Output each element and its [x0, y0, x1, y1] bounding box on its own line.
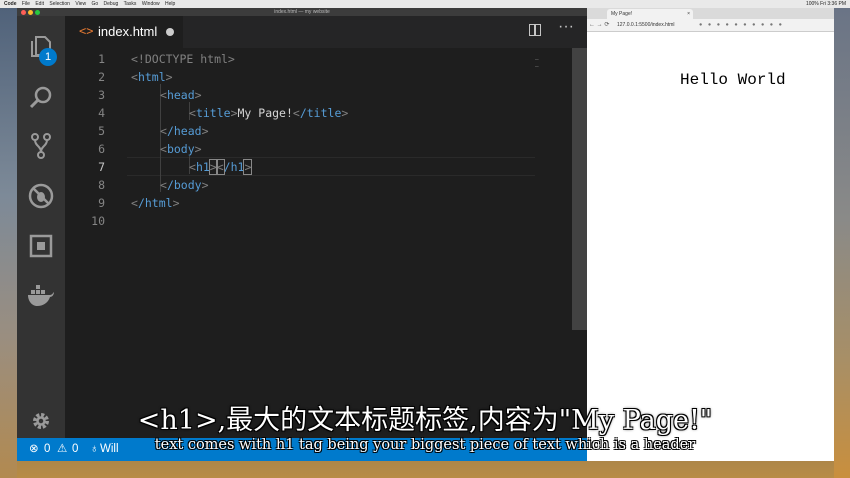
code-line: 10: [65, 212, 585, 230]
debug-icon[interactable]: [26, 181, 56, 211]
line-number: 3: [98, 88, 105, 102]
browser-window: My Page! × ← → ⟳ 127.0.0.1:5500/index.ht…: [587, 8, 834, 461]
activity-bar: 1: [17, 16, 65, 446]
browser-tab[interactable]: My Page! ×: [607, 9, 693, 19]
extensions-icon[interactable]: [26, 231, 56, 261]
tab-filename: index.html: [98, 24, 158, 39]
unsaved-dot-icon[interactable]: [166, 28, 174, 36]
html-file-icon: <>: [79, 24, 94, 38]
line-number: 9: [98, 196, 105, 210]
menu-item-help[interactable]: Help: [165, 1, 175, 7]
tag-body-close: /body: [166, 178, 202, 192]
browser-tab-strip: My Page! ×: [587, 8, 834, 19]
split-editor-icon[interactable]: [529, 24, 541, 36]
vscode-window: index.html — my website 1 <> index.html: [17, 8, 587, 461]
extension-icons[interactable]: ● ● ● ● ● ● ● ● ● ●: [699, 21, 784, 29]
explorer-badge: 1: [39, 48, 57, 66]
line-number: 2: [98, 70, 105, 84]
window-titlebar: index.html — my website: [17, 8, 587, 16]
tag-html-open: html: [137, 70, 166, 84]
menu-item-edit[interactable]: Edit: [35, 1, 44, 7]
title-text: My Page!: [237, 106, 293, 120]
menu-item-go[interactable]: Go: [91, 1, 98, 7]
more-actions-icon[interactable]: ···: [558, 18, 574, 36]
browser-toolbar: ← → ⟳ 127.0.0.1:5500/index.html ● ● ● ● …: [587, 19, 834, 32]
code-line: 6 <body>: [65, 140, 585, 158]
tag-html-close: /html: [137, 196, 173, 210]
menu-item-window[interactable]: Window: [142, 1, 160, 7]
code-editor[interactable]: — — 1 <!DOCTYPE html> 2 <html> 3 <head> 4…: [65, 48, 587, 446]
code-line: 4 <title>My Page!</title>: [65, 104, 585, 122]
search-icon[interactable]: [26, 82, 56, 112]
menu-item-debug[interactable]: Debug: [104, 1, 119, 7]
address-bar[interactable]: 127.0.0.1:5500/index.html: [617, 21, 675, 29]
doctype-token: <!DOCTYPE html>: [131, 52, 235, 66]
code-line: 5 </head>: [65, 122, 585, 140]
tag-h1-open: h1: [195, 160, 210, 174]
line-number: 8: [98, 178, 105, 192]
editor-tab-bar: <> index.html ···: [65, 16, 587, 48]
docker-icon[interactable]: [26, 281, 56, 311]
line-number: 10: [91, 214, 105, 228]
macos-menubar: Code File Edit Selection View Go Debug T…: [0, 0, 850, 8]
menu-item-tasks[interactable]: Tasks: [124, 1, 137, 7]
code-line: 2 <html>: [65, 68, 585, 86]
code-line: 1 <!DOCTYPE html>: [65, 50, 585, 68]
line-number: 7: [98, 160, 105, 174]
tag-title-close: /title: [299, 106, 342, 120]
subtitle-english: text comes with h1 tag being your bigges…: [154, 437, 696, 453]
tab-index-html[interactable]: <> index.html: [65, 16, 183, 48]
tag-head-open: head: [166, 88, 195, 102]
source-control-icon[interactable]: [26, 131, 56, 161]
code-line-active: 7 <h1></h1>: [65, 158, 585, 176]
line-number: 5: [98, 124, 105, 138]
line-number: 4: [98, 106, 105, 120]
menu-item-view[interactable]: View: [75, 1, 86, 7]
close-tab-icon[interactable]: ×: [687, 9, 690, 19]
window-title: index.html — my website: [274, 9, 330, 15]
menu-item-selection[interactable]: Selection: [49, 1, 70, 7]
browser-tab-title: My Page!: [611, 11, 633, 17]
code-line: 9 </html>: [65, 194, 585, 212]
menu-item-file[interactable]: File: [22, 1, 30, 7]
menubar-status: 100% Fri 3:36 PM: [805, 1, 846, 7]
line-number: 6: [98, 142, 105, 156]
page-heading: Hello World: [680, 71, 786, 89]
code-line: 3 <head>: [65, 86, 585, 104]
tag-body-open: body: [166, 142, 195, 156]
line-number: 1: [98, 52, 105, 66]
nav-buttons-icon[interactable]: ← → ⟳: [589, 20, 609, 30]
code-line: 8 </body>: [65, 176, 585, 194]
menu-item-code[interactable]: Code: [4, 1, 17, 7]
tag-title-open: title: [195, 106, 231, 120]
tag-h1-close: /h1: [223, 160, 245, 174]
tag-head-close: /head: [166, 124, 202, 138]
subtitle-chinese: <h1>,最大的文本标题标签,内容为"My Page!": [137, 405, 713, 436]
